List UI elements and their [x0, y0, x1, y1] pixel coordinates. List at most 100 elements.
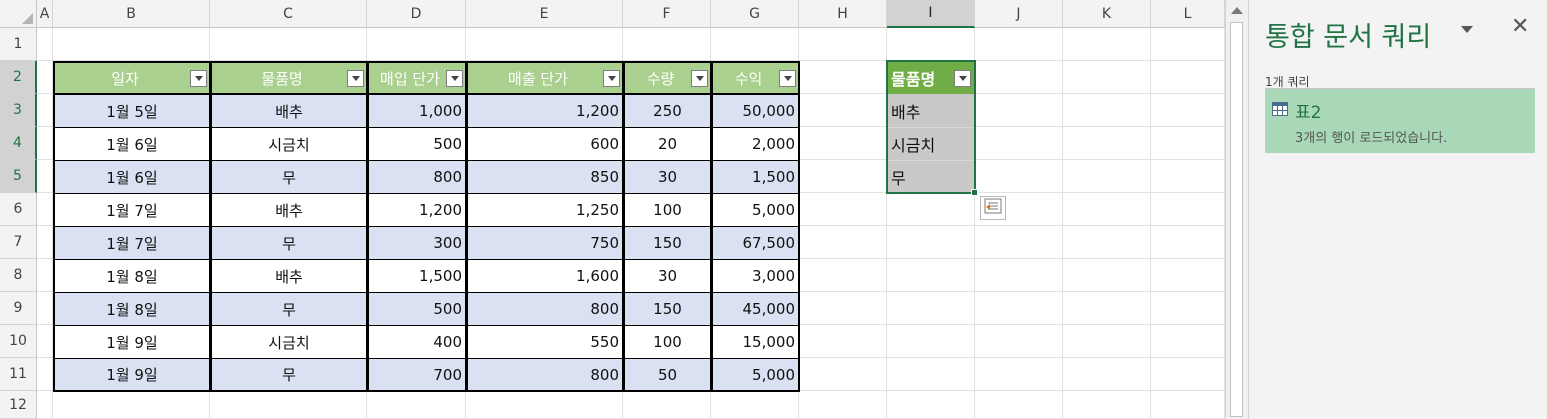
table-cell[interactable]: 700 [367, 358, 467, 392]
table-cell[interactable]: 20 [623, 127, 712, 161]
table-cell[interactable]: 1월 8일 [53, 292, 211, 326]
table-header-cell[interactable]: 일자 [53, 61, 211, 95]
query-cell[interactable]: 시금치 [887, 127, 975, 160]
column-header-g[interactable]: G [711, 0, 799, 28]
column-header-b[interactable]: B [53, 0, 210, 28]
row-header-4[interactable]: 4 [0, 127, 37, 160]
scroll-thumb[interactable] [1230, 22, 1243, 417]
table-cell[interactable]: 30 [623, 160, 712, 194]
table-cell[interactable]: 250 [623, 94, 712, 128]
table-cell[interactable]: 800 [367, 160, 467, 194]
column-header-c[interactable]: C [210, 0, 367, 28]
table-header-cell[interactable]: 물품명 [210, 61, 368, 95]
table-cell[interactable]: 배추 [210, 259, 368, 293]
table-cell[interactable]: 15,000 [711, 325, 800, 359]
table-cell[interactable]: 배추 [210, 94, 368, 128]
query-item[interactable]: 표2 3개의 행이 로드되었습니다. [1265, 89, 1535, 153]
column-header-d[interactable]: D [367, 0, 466, 28]
table-cell[interactable]: 800 [466, 292, 624, 326]
quick-analysis-button[interactable] [980, 196, 1006, 220]
row-header-1[interactable]: 1 [0, 28, 37, 61]
select-all-corner[interactable] [0, 0, 37, 28]
table-cell[interactable]: 1월 5일 [53, 94, 211, 128]
column-header-l[interactable]: L [1151, 0, 1225, 28]
table-cell[interactable]: 1,600 [466, 259, 624, 293]
column-header-i[interactable]: I [887, 0, 975, 28]
table-cell[interactable]: 1,500 [367, 259, 467, 293]
spreadsheet-grid[interactable]: ABCDEFGHIJKL 1 2 3 4 5 6 7 8 9 10 11 12 일자 물품명 매입 단가 매… [0, 0, 1225, 419]
table-cell[interactable]: 550 [466, 325, 624, 359]
table-cell[interactable]: 1,250 [466, 193, 624, 227]
row-header-12[interactable]: 12 [0, 391, 37, 419]
column-header-f[interactable]: F [623, 0, 711, 28]
table-cell[interactable]: 배추 [210, 193, 368, 227]
table-cell[interactable]: 100 [623, 193, 712, 227]
table-cell[interactable]: 1월 6일 [53, 160, 211, 194]
table-cell[interactable]: 무 [210, 358, 368, 392]
table-cell[interactable]: 1월 6일 [53, 127, 211, 161]
vertical-scrollbar[interactable] [1225, 0, 1248, 419]
table-cell[interactable]: 5,000 [711, 193, 800, 227]
row-header-7[interactable]: 7 [0, 226, 37, 259]
column-header-a[interactable]: A [37, 0, 53, 28]
column-header-j[interactable]: J [975, 0, 1063, 28]
table-cell[interactable]: 2,000 [711, 127, 800, 161]
filter-dropdown-button[interactable] [779, 70, 796, 87]
table-cell[interactable]: 1월 7일 [53, 226, 211, 260]
table-cell[interactable]: 무 [210, 292, 368, 326]
table-header-cell[interactable]: 매출 단가 [466, 61, 624, 95]
table-cell[interactable]: 500 [367, 127, 467, 161]
filter-dropdown-button[interactable] [446, 70, 463, 87]
table-cell[interactable]: 시금치 [210, 325, 368, 359]
table-cell[interactable]: 300 [367, 226, 467, 260]
table-cell[interactable]: 무 [210, 160, 368, 194]
row-header-2[interactable]: 2 [0, 61, 37, 94]
filter-dropdown-button[interactable] [954, 70, 971, 87]
table-cell[interactable]: 50 [623, 358, 712, 392]
table-cell[interactable]: 100 [623, 325, 712, 359]
column-header-h[interactable]: H [799, 0, 887, 28]
table-cell[interactable]: 750 [466, 226, 624, 260]
table-cell[interactable]: 1,200 [367, 193, 467, 227]
filter-dropdown-button[interactable] [603, 70, 620, 87]
table-cell[interactable]: 3,000 [711, 259, 800, 293]
query-cell[interactable]: 무 [887, 160, 975, 193]
filter-dropdown-button[interactable] [347, 70, 364, 87]
table-cell[interactable]: 30 [623, 259, 712, 293]
row-header-5[interactable]: 5 [0, 160, 37, 193]
query-cell[interactable]: 배추 [887, 94, 975, 127]
table-cell[interactable]: 1,000 [367, 94, 467, 128]
table-cell[interactable]: 50,000 [711, 94, 800, 128]
table-cell[interactable]: 5,000 [711, 358, 800, 392]
table-cell[interactable]: 600 [466, 127, 624, 161]
table-cell[interactable]: 1월 9일 [53, 325, 211, 359]
column-header-e[interactable]: E [466, 0, 623, 28]
filter-dropdown-button[interactable] [190, 70, 207, 87]
table-cell[interactable]: 150 [623, 292, 712, 326]
column-header-k[interactable]: K [1063, 0, 1151, 28]
scroll-up-arrow-icon[interactable] [1231, 7, 1243, 14]
table-cell[interactable]: 45,000 [711, 292, 800, 326]
row-header-11[interactable]: 11 [0, 358, 37, 391]
row-header-3[interactable]: 3 [0, 94, 37, 127]
row-header-9[interactable]: 9 [0, 292, 37, 325]
table-cell[interactable]: 400 [367, 325, 467, 359]
table-cell[interactable]: 150 [623, 226, 712, 260]
table-cell[interactable]: 1월 8일 [53, 259, 211, 293]
table-cell[interactable]: 1월 7일 [53, 193, 211, 227]
table-cell[interactable]: 무 [210, 226, 368, 260]
table-cell[interactable]: 1월 9일 [53, 358, 211, 392]
fill-handle[interactable] [971, 189, 978, 196]
table-cell[interactable]: 500 [367, 292, 467, 326]
pane-options-chevron-down-icon[interactable] [1461, 26, 1473, 33]
filter-dropdown-button[interactable] [691, 70, 708, 87]
table-cell[interactable]: 1,500 [711, 160, 800, 194]
close-icon[interactable]: ✕ [1511, 14, 1529, 39]
table-cell[interactable]: 1,200 [466, 94, 624, 128]
row-header-10[interactable]: 10 [0, 325, 37, 358]
table-cell[interactable]: 850 [466, 160, 624, 194]
row-header-8[interactable]: 8 [0, 259, 37, 292]
table-cell[interactable]: 800 [466, 358, 624, 392]
table-cell[interactable]: 시금치 [210, 127, 368, 161]
row-header-6[interactable]: 6 [0, 193, 37, 226]
